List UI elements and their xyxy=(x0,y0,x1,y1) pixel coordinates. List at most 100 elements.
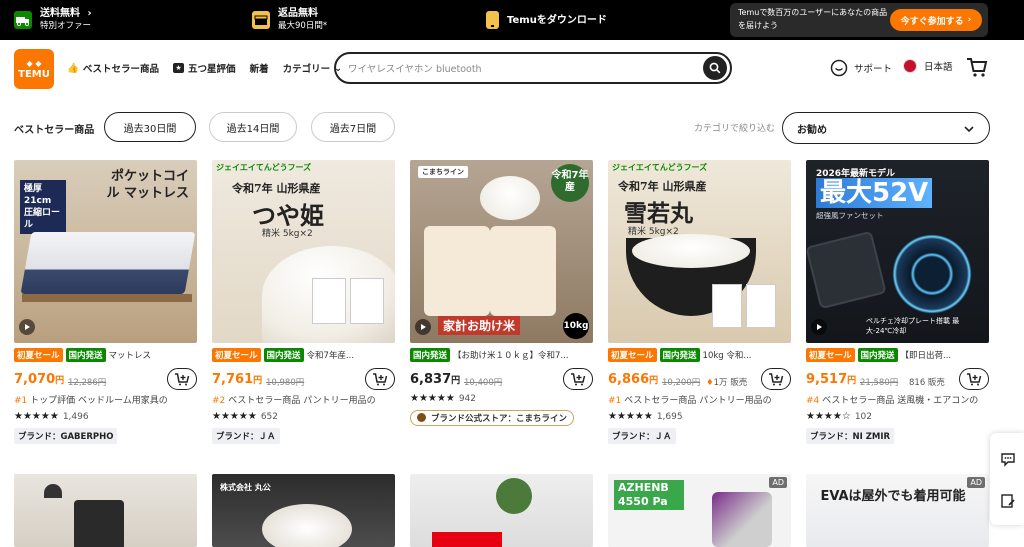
rank-badge[interactable]: #1 ベストセラー商品 パントリー用品の xyxy=(608,393,791,406)
store-name: ブランド公式ストア：こまちライン xyxy=(430,414,567,424)
product-card[interactable]: ジェイエイてんどうフーズ 令和7年 山形県産 つや姫 精米 5kg×2 初夏セー… xyxy=(212,160,395,444)
bed-frame xyxy=(22,294,192,302)
play-video-button[interactable] xyxy=(19,319,35,335)
phone-icon xyxy=(486,11,499,29)
product-card[interactable] xyxy=(14,474,197,547)
promo-shipping-title: 送料無料 xyxy=(40,8,80,19)
product-title[interactable]: 【お助け米１０ｋｇ】令和7... xyxy=(453,349,569,361)
price: 9,517円 xyxy=(806,372,857,387)
promo-free-shipping[interactable]: 送料無料 › 特別オファー xyxy=(14,0,92,40)
cart-plus-icon xyxy=(769,373,784,386)
star-rating-icon: ★★★★★ xyxy=(410,393,455,404)
rating-count: 1,496 xyxy=(62,411,89,422)
cart-plus-icon xyxy=(571,373,586,386)
brand-label[interactable]: ブランド：GABERPHO xyxy=(14,428,118,444)
play-video-button[interactable] xyxy=(415,319,431,335)
rank-badge[interactable]: #1 トップ評価 ベッドルーム用家具の xyxy=(14,393,197,406)
edit-note-icon xyxy=(1001,494,1015,508)
ad-badge: AD xyxy=(967,477,985,488)
chat-support-button[interactable] xyxy=(1000,451,1016,467)
star-rating-icon: ★★★★★ xyxy=(608,411,653,422)
product-image[interactable]: ポケットコイル マットレス 極厚21cm 圧縮ロール xyxy=(14,160,197,343)
tag-row: 初夏セール 国内発送 マットレス xyxy=(14,347,197,363)
rice-bag-right xyxy=(746,284,776,328)
feedback-button[interactable] xyxy=(1000,493,1016,509)
rice-surface xyxy=(632,234,750,268)
search-input[interactable] xyxy=(348,60,688,78)
flame-icon: ♦ xyxy=(706,378,714,388)
filter-7-days[interactable]: 過去7日間 xyxy=(311,112,395,142)
rating-count: 102 xyxy=(854,411,873,422)
product-image[interactable]: こまちライン 令和7年産 家計お助け米 10kg xyxy=(410,160,593,343)
product-card[interactable]: 2026年最新モデル 最大52V 超強風ファンセット ペルチェ冷却プレート搭載 … xyxy=(806,160,989,444)
brand-label[interactable]: ブランド：NI ZMIR xyxy=(806,428,895,444)
support-link[interactable]: サポート xyxy=(830,59,892,77)
brand-label[interactable]: ブランド：ＪＡ xyxy=(608,428,676,444)
plant-illustration xyxy=(496,478,532,514)
product-card[interactable]: ポケットコイル マットレス 極厚21cm 圧縮ロール 初夏セール 国内発送 マッ… xyxy=(14,160,197,444)
nav-new[interactable]: 新着 xyxy=(250,61,269,75)
product-card[interactable]: こまちライン 令和7年産 家計お助け米 10kg 国内発送 【お助け米１０ｋｇ】… xyxy=(410,160,593,426)
cart-button[interactable] xyxy=(966,56,988,78)
join-now-button[interactable]: 今すぐ参加する › xyxy=(890,9,982,31)
bestseller-heading: ベストセラー商品 xyxy=(14,125,95,136)
product-image[interactable]: ジェイエイてんどうフーズ 令和7年 山形県産 雪若丸 精米 5kg×2 xyxy=(608,160,791,343)
add-to-cart-button[interactable] xyxy=(959,368,989,390)
product-card[interactable]: ジェイエイてんどうフーズ 令和7年 山形県産 雪若丸 精米 5kg×2 初夏セー… xyxy=(608,160,791,444)
product-image[interactable]: 2026年最新モデル 最大52V 超強風ファンセット ペルチェ冷却プレート搭載 … xyxy=(806,160,989,343)
filter-30-days[interactable]: 過去30日間 xyxy=(104,112,196,142)
add-to-cart-button[interactable] xyxy=(167,368,197,390)
promo-returns-title: 返品無料 xyxy=(278,8,318,19)
image-badge: 令和7年産 xyxy=(551,164,589,202)
store-badge-icon xyxy=(417,413,426,422)
rice-illustration xyxy=(262,504,352,547)
product-title[interactable]: 10kg 令和... xyxy=(703,349,752,361)
promo-join-banner[interactable]: Temuで数百万のユーザーにあなたの商品を届けよう 今すぐ参加する › xyxy=(730,3,988,37)
product-card[interactable] xyxy=(410,474,593,547)
add-to-cart-button[interactable] xyxy=(365,368,395,390)
rank-badge[interactable]: #2 ベストセラー商品 パントリー用品の xyxy=(212,393,395,406)
search-button[interactable] xyxy=(703,56,727,80)
sort-select[interactable]: お勧め xyxy=(782,112,990,144)
chevron-right-icon: › xyxy=(967,15,972,25)
rice-bag-right xyxy=(350,278,384,324)
image-sub: 精米 5kg×2 xyxy=(262,229,313,239)
rice-bowl-illustration xyxy=(480,176,540,220)
chair-illustration xyxy=(74,500,124,547)
language-selector[interactable]: 日本語 xyxy=(903,59,953,73)
play-video-button[interactable] xyxy=(811,319,827,335)
nav-five-star[interactable]: ★ 五つ星評価 xyxy=(173,61,236,75)
product-title[interactable]: 【即日出荷... xyxy=(901,349,952,361)
thumbs-up-icon: 👍 xyxy=(67,62,79,74)
filter-14-days[interactable]: 過去14日間 xyxy=(209,112,297,142)
ad-badge: AD xyxy=(769,477,787,488)
chat-icon xyxy=(830,59,848,77)
nav-new-label: 新着 xyxy=(249,64,269,75)
category-filter-label: カテゴリで絞り込む xyxy=(694,124,776,134)
product-card[interactable]: 株式会社 丸公 xyxy=(212,474,395,547)
nav-bestsellers[interactable]: 👍 ベストセラー商品 xyxy=(67,61,159,76)
image-caption: 家計お助け米 xyxy=(438,316,521,335)
vacuum-illustration xyxy=(712,492,772,547)
temu-logo[interactable]: ◆ ◆ TEMU xyxy=(14,49,54,89)
promo-download-app[interactable]: Temuをダウンロード xyxy=(486,0,607,40)
add-to-cart-button[interactable] xyxy=(761,368,791,390)
original-price: 10,400円 xyxy=(464,378,503,388)
image-brand: ジェイエイてんどうフーズ xyxy=(612,163,708,172)
star-rating-icon: ★★★★★ xyxy=(14,411,59,422)
play-icon xyxy=(421,324,426,330)
product-card[interactable]: AZHENB 4550 Pa AD xyxy=(608,474,791,547)
promo-free-returns[interactable]: 返品無料 最大90日間* xyxy=(252,0,327,40)
brand-label[interactable]: ブランド：ＪＡ xyxy=(212,428,280,444)
rank-badge[interactable]: #4 ベストセラー商品 送風機・エアコンの xyxy=(806,393,989,406)
image-sub: 超強風ファンセット xyxy=(816,211,884,220)
brand-store-label[interactable]: ブランド公式ストア：こまちライン xyxy=(410,410,574,426)
tag-row: 国内発送 【お助け米１０ｋｇ】令和7... xyxy=(410,347,593,363)
product-title[interactable]: 令和7年産... xyxy=(307,349,355,361)
add-to-cart-button[interactable] xyxy=(563,368,593,390)
product-title[interactable]: マットレス xyxy=(109,349,152,361)
product-image[interactable]: ジェイエイてんどうフーズ 令和7年 山形県産 つや姫 精米 5kg×2 xyxy=(212,160,395,343)
product-card[interactable]: EVAは屋外でも着用可能 AD xyxy=(806,474,989,547)
image-badge: 令和7年 山形県産 xyxy=(618,180,707,193)
rice-bag-right xyxy=(490,226,556,316)
